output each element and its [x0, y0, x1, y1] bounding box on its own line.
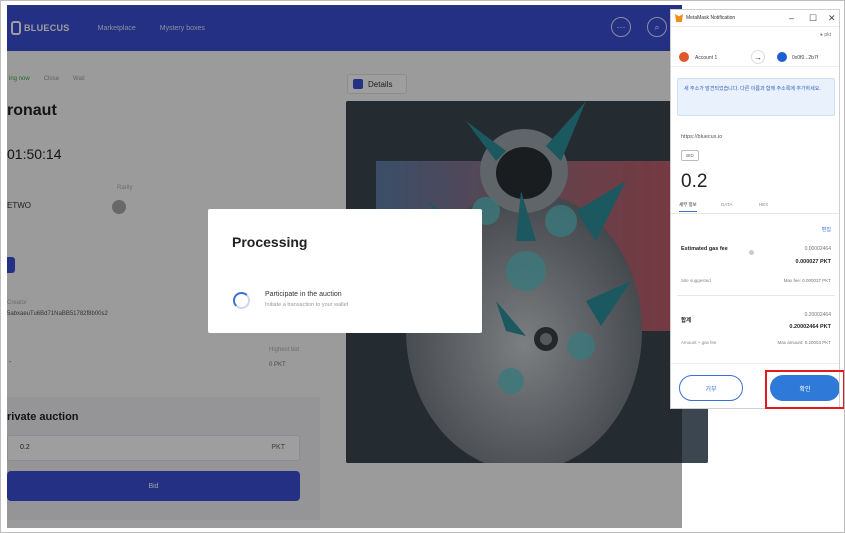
maximize-button[interactable]: ☐: [809, 13, 817, 24]
step-description: Initiate a transaction to your wallet: [265, 302, 349, 308]
new-address-notice[interactable]: 새 주소가 발견되었습니다. 다른 이름과 함께 주소록에 추가하세요.: [677, 78, 835, 116]
metamask-window: MetaMask Notification – ☐ ✕ ● pkt Accoun…: [670, 9, 840, 409]
gas-fee-estimate: 0.00002464: [804, 246, 831, 252]
total-label: 합계: [681, 318, 692, 324]
total-estimate: 0.20002464: [804, 312, 831, 318]
request-origin: https://bluecus.io: [681, 134, 723, 140]
transaction-amount: 0.2: [681, 171, 708, 192]
max-fee: Max fee: 0.000037 PKT: [783, 278, 831, 283]
step-title: Participate in the auction: [265, 291, 342, 298]
close-button[interactable]: ✕: [828, 13, 836, 24]
gas-fee-label: Estimated gas fee: [681, 246, 728, 252]
screenshot-frame: BLUECUS Marketplace Mystery boxes ⋯ ⌕ in…: [0, 0, 845, 533]
from-account-name[interactable]: Account 1: [695, 55, 717, 61]
to-account-address[interactable]: 0x0f0...2b7f: [792, 55, 818, 61]
reject-button[interactable]: 거부: [679, 375, 743, 401]
info-icon[interactable]: [749, 250, 754, 255]
site-suggested-label: Site suggested: [681, 278, 711, 283]
amount-plus-gas-label: Amount + gas fee: [681, 340, 717, 345]
confirm-highlight-box: [765, 370, 844, 409]
tab-data[interactable]: DATA: [721, 202, 732, 207]
loading-spinner-icon: [233, 292, 250, 309]
tab-details[interactable]: 세부 정보: [679, 202, 697, 212]
window-title: MetaMask Notification: [686, 15, 736, 21]
total-section: 합계 0.20002464 0.20002464 PKT Amount + ga…: [677, 306, 835, 356]
method-badge: BID: [681, 150, 699, 161]
account-row: Account 1 → 0x0f0...2b7f: [671, 47, 839, 67]
network-indicator[interactable]: ● pkt: [820, 32, 831, 38]
max-amount: Max amount: 0.20003 PKT: [777, 340, 831, 345]
gas-fee-amount: 0.000027 PKT: [795, 259, 831, 265]
modal-title: Processing: [232, 234, 308, 250]
metamask-titlebar: MetaMask Notification – ☐ ✕: [671, 10, 839, 27]
tab-hex[interactable]: HEX: [759, 202, 768, 207]
total-amount: 0.20002464 PKT: [789, 324, 831, 330]
gas-fee-section: Estimated gas fee 0.00002464 0.000027 PK…: [677, 240, 835, 296]
to-account-avatar: [777, 52, 787, 62]
from-account-avatar: [679, 52, 689, 62]
detail-tabs: 세부 정보 DATA HEX: [671, 198, 839, 214]
metamask-fox-icon: [675, 14, 683, 22]
arrow-right-icon: →: [751, 50, 765, 64]
processing-modal: Processing Participate in the auction In…: [208, 209, 482, 333]
edit-gas-link[interactable]: 편집: [822, 226, 831, 233]
minimize-button[interactable]: –: [789, 13, 794, 23]
